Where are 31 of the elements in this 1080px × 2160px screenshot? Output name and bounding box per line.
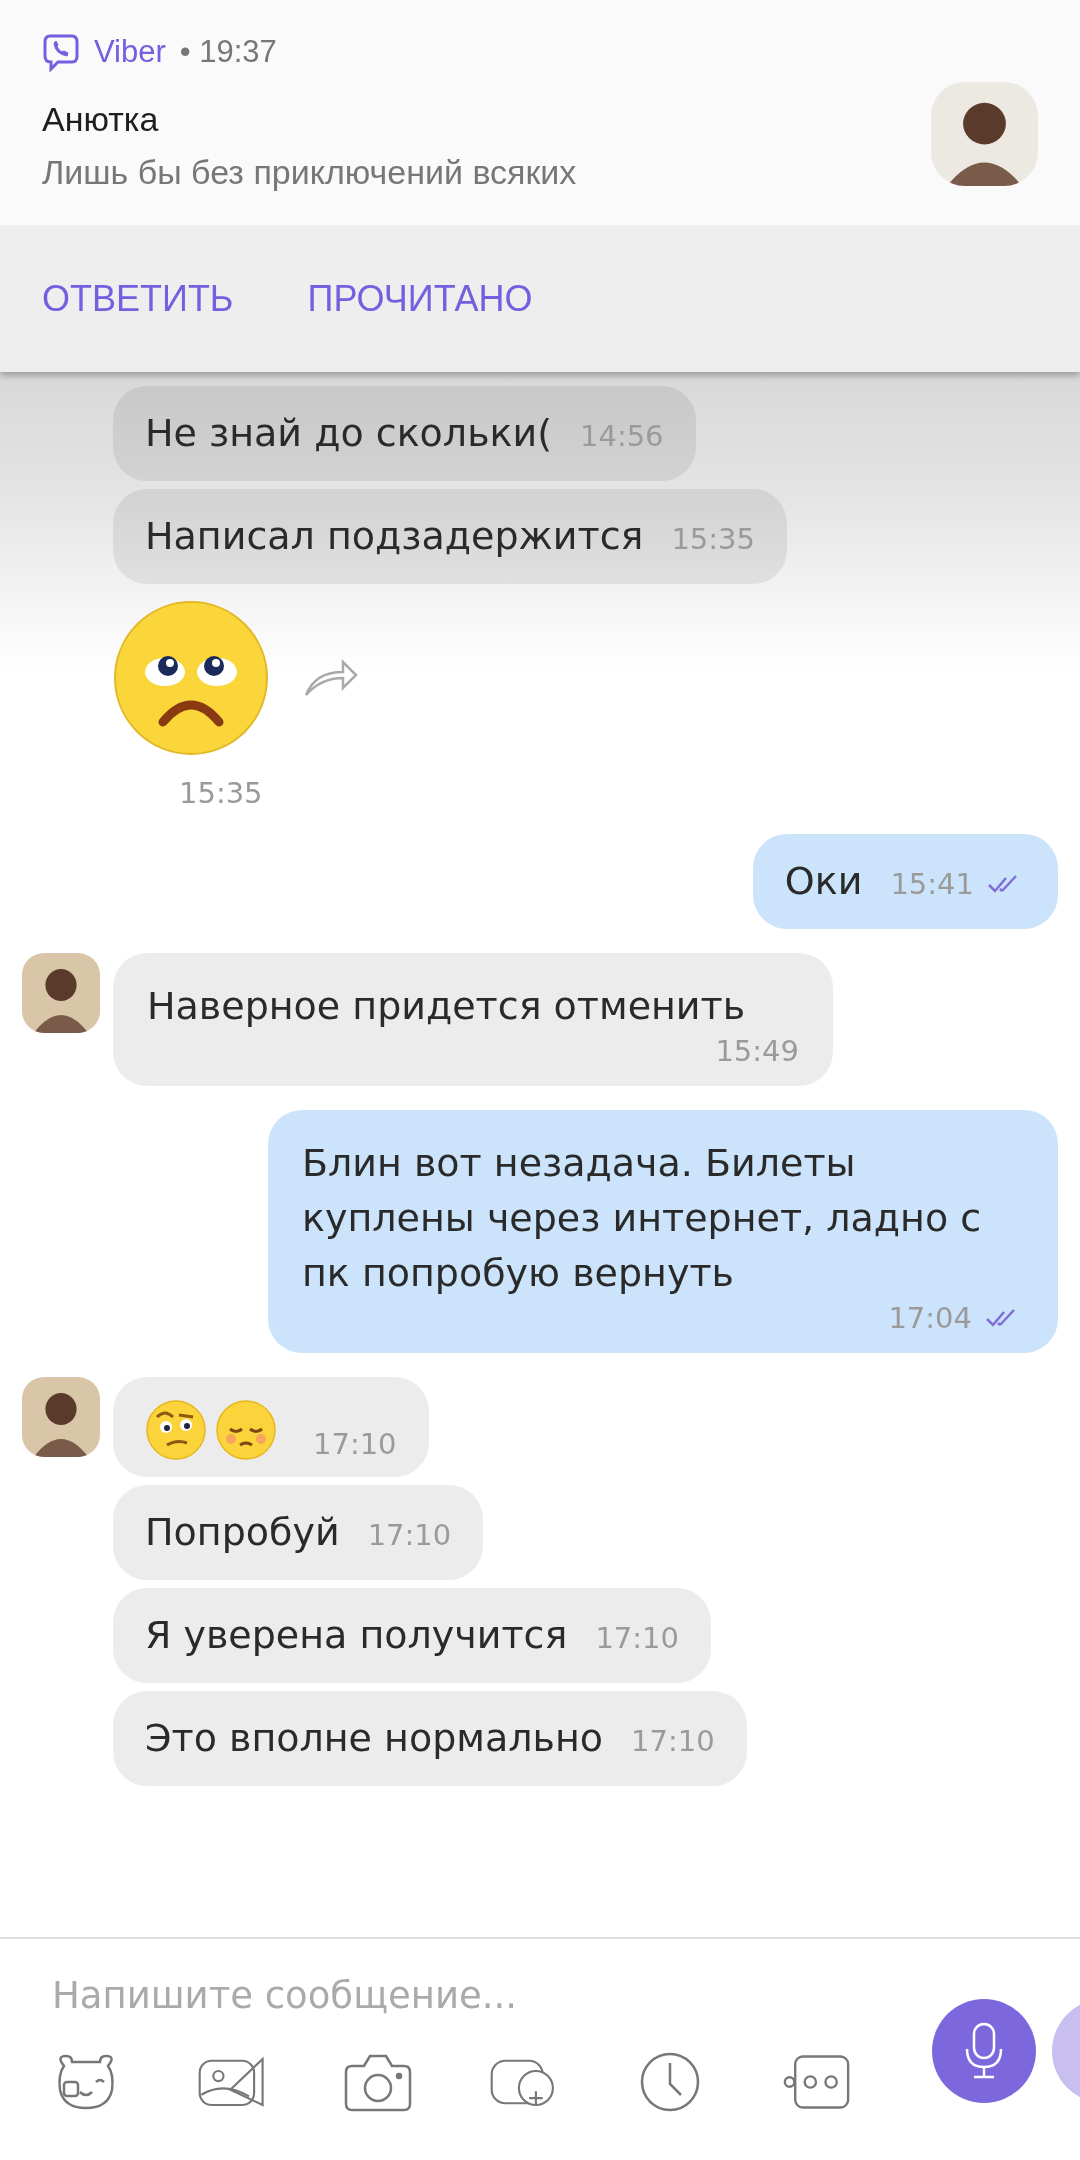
avatar[interactable] (22, 953, 100, 1033)
action-button[interactable]: ПРОЧИТАНО (307, 277, 533, 320)
notification-card[interactable]: Viber • 19:37 Анютка Лишь бы без приключений всяких ОТВЕТИТЬ ПРОЧИТАНО (0, 0, 1080, 372)
message-text: Оки (784, 858, 863, 905)
message-text: Это вполне нормально (145, 1715, 604, 1762)
app-name: Viber (94, 34, 166, 70)
message-text: Не знай до скольки( (145, 410, 552, 457)
forward-icon[interactable] (303, 658, 359, 698)
message-text: Наверное придется отменить (147, 983, 747, 1030)
message-text: Я уверена получится (145, 1612, 568, 1659)
message-time: 17:10 (367, 1518, 452, 1552)
emoji-icon (145, 1399, 207, 1461)
notification-text: Лишь бы без приключений всяких (42, 153, 577, 192)
microphone-icon (964, 2021, 1004, 2081)
message-time: 15:41 (890, 867, 974, 901)
message-time: 17:04 (888, 1301, 972, 1335)
message-time: 15:35 (179, 776, 263, 810)
message-text: Попробуй (145, 1509, 340, 1556)
message-time: 17:10 (631, 1724, 715, 1758)
message-time: 17:10 (595, 1621, 679, 1655)
message-text: Блин вот незадача. Билеты куплены через интернет, ладно с пк попробую вернуть (302, 1140, 983, 1297)
message-time: 15:35 (671, 522, 755, 556)
avatar[interactable] (22, 1377, 100, 1457)
emoji-icon (215, 1399, 277, 1461)
message-time: 17:10 (313, 1427, 397, 1461)
viber-logo-icon (42, 32, 80, 72)
message-time: 15:49 (715, 1034, 799, 1068)
message-text: Написал подзадержится (145, 513, 644, 560)
notification-time: • 19:37 (179, 34, 277, 70)
action-button[interactable]: ОТВЕТИТЬ (42, 277, 234, 320)
sender-name: Анютка (42, 100, 160, 139)
